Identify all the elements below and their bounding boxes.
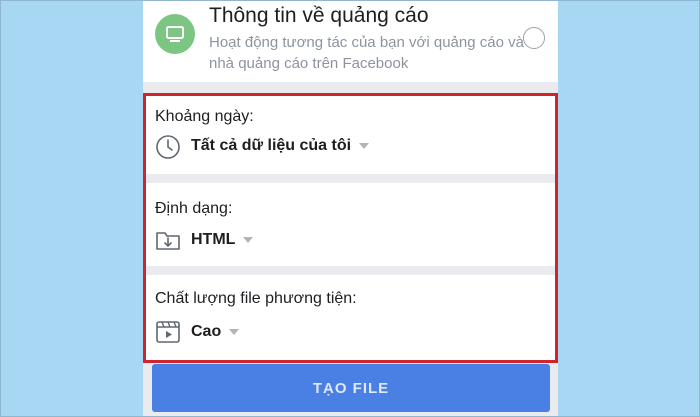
format-dropdown[interactable]: HTML [191, 231, 254, 249]
ad-info-option[interactable]: Thông tin về quảng cáo Hoạt động tương t… [143, 0, 558, 82]
date-range-label: Khoảng ngày: [155, 108, 254, 125]
clock-icon [155, 134, 181, 160]
format-section: Định dạng: HTML [143, 183, 558, 266]
ad-info-title: Thông tin về quảng cáo [209, 4, 429, 27]
format-label: Định dạng: [155, 200, 233, 217]
chevron-down-icon [243, 237, 254, 243]
media-quality-value: Cao [191, 323, 222, 340]
chevron-down-icon [359, 143, 370, 149]
media-quality-section: Chất lượng file phương tiện: Cao [143, 275, 558, 360]
monitor-icon [155, 14, 195, 54]
download-settings-panel: Thông tin về quảng cáo Hoạt động tương t… [143, 0, 558, 417]
ad-info-description: Hoạt động tương tác của bạn với quảng cá… [209, 34, 524, 72]
media-quality-label: Chất lượng file phương tiện: [155, 290, 357, 307]
date-range-dropdown[interactable]: Tất cả dữ liệu của tôi [191, 137, 370, 155]
chevron-down-icon [229, 329, 240, 335]
format-value: HTML [191, 231, 236, 248]
create-file-button[interactable]: TẠO FILE [152, 364, 550, 412]
date-range-section: Khoảng ngày: Tất cả dữ liệu của tôi [143, 96, 558, 174]
folder-download-icon [155, 227, 181, 253]
ad-info-radio[interactable] [523, 27, 545, 49]
video-icon [155, 319, 181, 345]
date-range-value: Tất cả dữ liệu của tôi [191, 137, 352, 154]
media-quality-dropdown[interactable]: Cao [191, 323, 240, 341]
